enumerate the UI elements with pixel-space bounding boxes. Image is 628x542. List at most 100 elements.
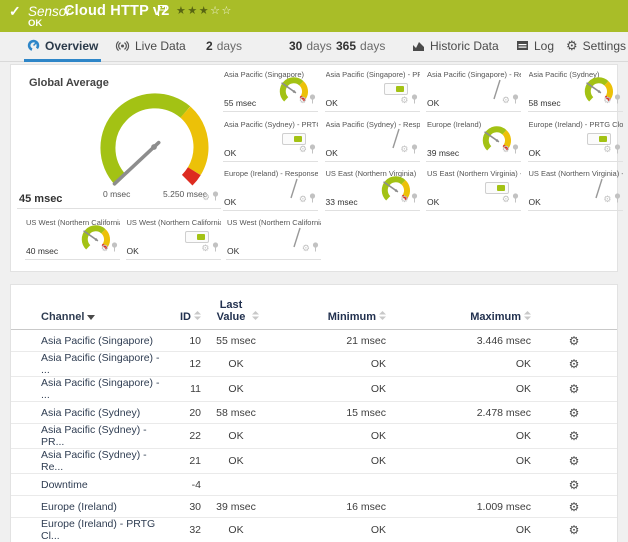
minimum-cell: OK — [271, 377, 386, 402]
channel-settings-icon[interactable]: ⚙ — [569, 382, 580, 396]
gauge-settings-icon[interactable]: ⚙ — [299, 145, 307, 154]
pin-icon[interactable] — [212, 188, 219, 206]
priority-star-icon[interactable]: ★ — [199, 5, 210, 17]
gauge-settings-icon[interactable]: ⚙ — [400, 145, 408, 154]
gauge-tile[interactable]: Asia Pacific (Sydney) - Respo...OK⚙ — [325, 119, 420, 162]
gauge-settings-icon[interactable]: ⚙ — [201, 244, 209, 253]
gauge-tile-icons: ⚙ — [400, 141, 417, 159]
channel-settings-icon[interactable]: ⚙ — [569, 523, 580, 537]
gauge-tile[interactable]: US West (Northern California)40 msec⚙ — [25, 217, 120, 260]
priority-star-icon[interactable]: ☆ — [222, 5, 233, 17]
gauge-tile-value: 58 msec — [529, 98, 561, 108]
flag-icon[interactable] — [157, 3, 167, 21]
gauge-tile-icons: ⚙ — [400, 190, 417, 208]
column-header-maximum[interactable]: Maximum — [386, 291, 531, 330]
gauge-tile[interactable]: Europe (Ireland) - PRTG Cloud...OK⚙ — [528, 119, 623, 162]
gauge-settings-icon[interactable]: ⚙ — [603, 96, 611, 105]
gauge-settings-icon[interactable]: ⚙ — [400, 195, 408, 204]
gauge-tile-icons: ⚙ — [603, 141, 620, 159]
pin-icon[interactable] — [309, 141, 316, 159]
gauge-tile[interactable]: Asia Pacific (Singapore)55 msec⚙ — [223, 69, 318, 112]
column-header-last-value[interactable]: Last Value — [201, 291, 271, 330]
gauge-settings-icon[interactable]: ⚙ — [101, 244, 109, 253]
channel-settings-icon[interactable]: ⚙ — [569, 357, 580, 371]
gauge-settings-icon[interactable]: ⚙ — [502, 195, 510, 204]
gauge-tile[interactable]: Asia Pacific (Sydney)58 msec⚙ — [528, 69, 623, 112]
pin-icon[interactable] — [614, 190, 621, 208]
priority-star-icon[interactable]: ★ — [187, 5, 198, 17]
column-header-id[interactable]: ID — [161, 291, 201, 330]
column-header-channel[interactable]: Channel — [11, 291, 161, 330]
tab-label: days — [217, 39, 242, 53]
gauge-tile-value: 55 msec — [224, 98, 256, 108]
column-header-actions — [531, 291, 617, 330]
tab-2-days[interactable]: 2days — [203, 32, 245, 59]
minimum-cell: OK — [271, 424, 386, 449]
channel-settings-icon[interactable]: ⚙ — [569, 406, 580, 420]
tab-overview[interactable]: Overview — [24, 32, 101, 62]
gauge-settings-icon[interactable]: ⚙ — [502, 96, 510, 105]
pin-icon[interactable] — [614, 91, 621, 109]
gauge-settings-icon[interactable]: ⚙ — [603, 145, 611, 154]
channel-actions-cell: ⚙ — [531, 496, 617, 518]
pin-icon[interactable] — [309, 91, 316, 109]
last-value-cell: OK — [201, 377, 271, 402]
gauge-tile[interactable]: Asia Pacific (Singapore) - PR...OK⚙ — [325, 69, 420, 112]
pin-icon[interactable] — [512, 91, 519, 109]
pin-icon[interactable] — [212, 239, 219, 257]
pin-icon[interactable] — [411, 91, 418, 109]
tab-365-days[interactable]: 365days — [333, 32, 388, 59]
tab-log[interactable]: Log — [513, 32, 557, 59]
cell-text: 39 msec — [216, 501, 256, 513]
tab-settings[interactable]: ⚙Settings — [563, 32, 628, 59]
channel-settings-icon[interactable]: ⚙ — [569, 334, 580, 348]
gauge-tile[interactable]: Asia Pacific (Singapore) - Res...OK⚙ — [426, 69, 521, 112]
column-header-id-sort-icon — [191, 311, 201, 323]
tab-label: Overview — [45, 39, 98, 53]
pin-icon[interactable] — [411, 141, 418, 159]
channel-row: Asia Pacific (Singapore) - ...12OKOKOK⚙ — [11, 352, 617, 377]
channel-settings-icon[interactable]: ⚙ — [569, 454, 580, 468]
gauge-settings-icon[interactable]: ⚙ — [299, 96, 307, 105]
gauge-tile[interactable]: Europe (Ireland)39 msec⚙ — [426, 119, 521, 162]
gauge-tile-global-average[interactable]: Global Average 0 msec 5.250 msec 45 msec… — [17, 71, 221, 209]
gauge-settings-icon[interactable]: ⚙ — [302, 244, 310, 253]
cell-text: OK — [371, 383, 386, 395]
gauge-tile[interactable]: US West (Northern California)...OK⚙ — [226, 217, 321, 260]
priority-star-icon[interactable]: ☆ — [210, 5, 221, 17]
pin-icon[interactable] — [111, 239, 118, 257]
tab-historic-data[interactable]: Historic Data — [409, 32, 502, 59]
channel-settings-icon[interactable]: ⚙ — [569, 478, 580, 492]
priority-star-icon[interactable]: ★ — [176, 5, 187, 17]
pin-icon[interactable] — [312, 239, 319, 257]
gauge-tile[interactable]: US East (Northern Virginia) - ...OK⚙ — [426, 168, 521, 211]
column-header-minimum[interactable]: Minimum — [271, 291, 386, 330]
sensor-status-bar: ✓ Sensor Cloud HTTP v2 ★★★☆☆ OK — [0, 0, 628, 32]
last-value-cell: OK — [201, 424, 271, 449]
pin-icon[interactable] — [309, 190, 316, 208]
gauge-tile[interactable]: US East (Northern Virginia)33 msec⚙ — [325, 168, 420, 211]
gauge-tile[interactable]: Europe (Ireland) - Response C...OK⚙ — [223, 168, 318, 211]
pin-icon[interactable] — [512, 190, 519, 208]
column-header-channel-sort-icon — [84, 311, 95, 323]
channel-settings-icon[interactable]: ⚙ — [569, 500, 580, 514]
pin-icon[interactable] — [411, 190, 418, 208]
tab-bar: Overview Live Data 2days 30days365days Histo… — [0, 32, 628, 62]
gauge-settings-icon[interactable]: ⚙ — [603, 195, 611, 204]
pin-icon[interactable] — [614, 141, 621, 159]
tab-30-days[interactable]: 30days — [286, 32, 335, 59]
gauge-settings-icon[interactable]: ⚙ — [202, 193, 210, 202]
channel-settings-icon[interactable]: ⚙ — [569, 429, 580, 443]
historic-icon — [412, 40, 425, 52]
gauge-tile[interactable]: US East (Northern Virginia) - ...OK⚙ — [528, 168, 623, 211]
gauge-tile[interactable]: US West (Northern California)...OK⚙ — [126, 217, 221, 260]
gauge-settings-icon[interactable]: ⚙ — [299, 195, 307, 204]
gauge-tile[interactable]: Asia Pacific (Sydney) - PRTG ...OK⚙ — [223, 119, 318, 162]
priority-stars[interactable]: ★★★☆☆ — [176, 4, 233, 17]
gauge-settings-icon[interactable]: ⚙ — [400, 96, 408, 105]
gauge-tile-value: OK — [529, 197, 541, 207]
pin-icon[interactable] — [512, 141, 519, 159]
tab-live-data[interactable]: Live Data — [112, 32, 189, 59]
gauge-settings-icon[interactable]: ⚙ — [502, 145, 510, 154]
maximum-cell: OK — [386, 352, 531, 377]
